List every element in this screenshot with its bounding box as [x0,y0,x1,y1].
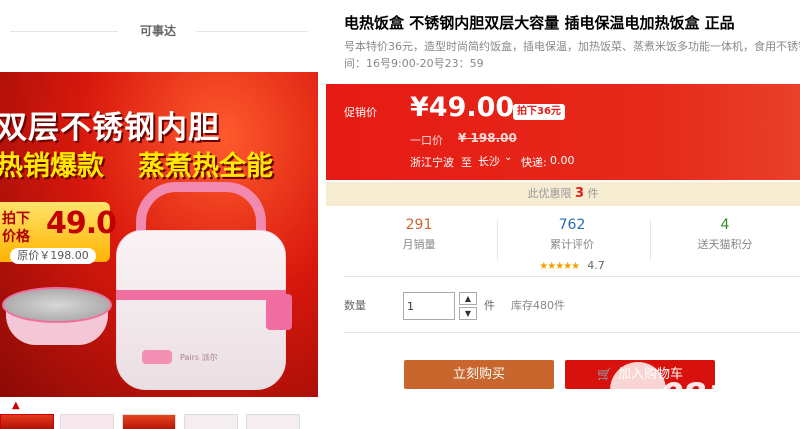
hero-price-label: 价格 [2,229,30,245]
stats-row: 291 月销量 762 累计评价 ★★★★★ 4.7 4 送天猫积分 [344,214,800,272]
tmall-points-label: 送天猫积分 [697,238,753,251]
pot-panel [142,350,172,364]
watermark: 08校家 [610,358,800,424]
steel-bowl-image [2,287,112,357]
tmall-points: 4 送天猫积分 [650,214,800,268]
monthly-sales-value: 291 [405,217,433,233]
quantity-decrement-button[interactable]: ▼ [459,307,477,320]
shipping-fee-label: 快递: [521,156,547,169]
bowl-rim [2,287,112,323]
product-subtitle: 号本特价36元，造型时尚简约饭盒，插电保温，加热饭菜、蒸煮米饭多功能一体机，食用… [344,38,800,72]
main-product-image[interactable]: 双层不锈钢内胆 热销爆款 蒸煮热全能 拍下 价格 49.0 原价￥198.00 … [0,72,318,397]
review-count[interactable]: 762 累计评价 ★★★★★ 4.7 [497,214,647,272]
rating-row: ★★★★★ 4.7 [497,254,647,273]
promo-badge: 拍下36元 [513,104,565,120]
thumbnail-strip: ▲ [0,400,318,429]
rating-value: 4.7 [587,259,605,272]
monthly-sales: 291 月销量 [344,214,494,268]
thumbnail[interactable] [60,414,114,429]
watermark-circle [610,362,666,418]
thumbnail[interactable] [122,414,176,429]
store-bar: 可事达 [0,0,318,62]
ship-from: 浙江宁波 [410,156,454,169]
purchase-limit-bar: 此优惠限 3 件 [326,182,800,206]
pot-clip [266,294,292,330]
promo-panel: 促销价 ¥49.00 拍下36元 一口价 ¥ 198.00 浙江宁波 至 长沙 … [326,84,800,180]
stock-count: 库存480件 [511,299,565,312]
store-name[interactable]: 可事达 [128,22,188,39]
hero-headline: 双层不锈钢内胆 [0,110,220,146]
divider [196,31,308,32]
caret-up-icon: ▲ [12,400,20,411]
thumbnail[interactable] [184,414,238,429]
review-count-value: 762 [558,217,586,233]
divider [344,332,800,333]
product-gallery: 可事达 双层不锈钢内胆 热销爆款 蒸煮热全能 拍下 价格 49.0 原价￥198… [0,0,318,429]
pot-body [116,230,286,390]
shipping-fee: 0.00 [550,154,575,167]
quantity-unit: 件 [484,299,495,312]
limit-suffix: 件 [587,187,599,200]
divider [10,31,118,32]
chevron-down-icon[interactable]: ⌄ [504,152,512,163]
monthly-sales-label: 月销量 [402,238,436,251]
subtitle-line: 间：16号9:00-20号23：59 [344,57,484,70]
product-title: 电热饭盒 不锈钢内胆双层大容量 插电保温电加热饭盒 正品 [344,14,735,32]
watermark-text: 08校家 [660,376,772,416]
quantity-input[interactable] [403,292,455,320]
original-price-label: 一口价 [410,134,443,147]
tmall-points-value: 4 [720,217,730,233]
hero-subheadline: 蒸煮热全能 [138,151,273,182]
limit-count: 3 [574,186,585,201]
hero-subheadline: 热销爆款 [0,151,104,182]
rice-cooker-image: Pairs 派尔 [106,182,306,397]
divider [344,276,800,277]
ship-to-label: 至 [461,156,472,169]
quantity-increment-button[interactable]: ▲ [459,292,477,305]
brand-logo: Pairs 派尔 [180,353,218,362]
thumbnail[interactable] [246,414,300,429]
star-rating-icon: ★★★★★ [539,261,580,272]
quantity-label: 数量 [344,299,366,312]
original-price: ¥ 198.00 [458,131,517,145]
promo-price: ¥49.00 [410,92,515,123]
pot-stripe [116,290,286,300]
review-count-label: 累计评价 [550,238,594,251]
ship-to-select[interactable]: 长沙 [478,153,500,169]
thumbnail[interactable] [0,414,54,429]
limit-prefix: 此优惠限 [527,187,572,200]
subtitle-line: 号本特价36元，造型时尚简约饭盒，插电保温，加热饭菜、蒸煮米饭多功能一体机，食用… [344,40,800,53]
hero-price-label: 拍下 [2,211,30,227]
buy-now-button[interactable]: 立刻购买 [404,360,554,389]
promo-label: 促销价 [344,106,377,119]
hero-original-price: 原价￥198.00 [10,248,96,264]
